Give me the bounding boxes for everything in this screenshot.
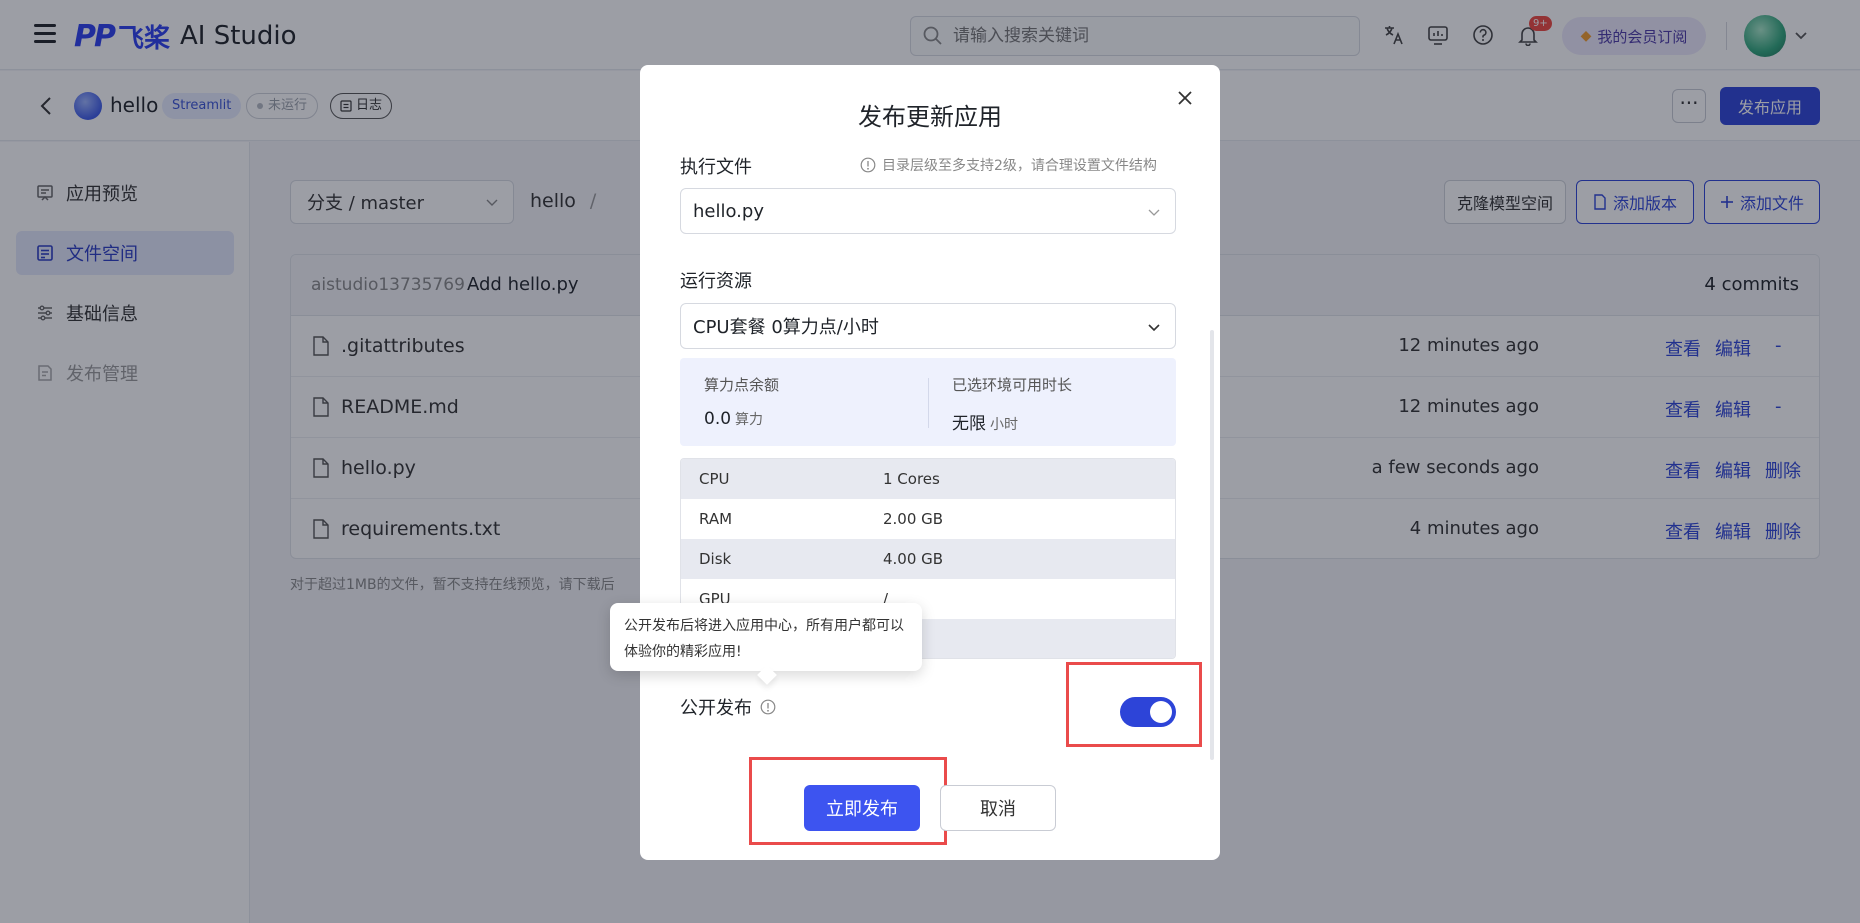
balance-column: 算力点余额 0.0 算力 (704, 374, 779, 429)
info-icon (860, 157, 876, 173)
public-publish-label: 公开发布 (680, 698, 752, 719)
spec-value: / (883, 590, 889, 608)
publish-now-button[interactable]: 立即发布 (804, 785, 920, 831)
duration-label: 已选环境可用时长 (952, 376, 1073, 394)
resource-balance-panel: 算力点余额 0.0 算力 已选环境可用时长 无限 小时 (680, 358, 1176, 446)
balance-unit: 算力 (735, 412, 764, 428)
spec-row: Disk 4.00 GB (681, 539, 1175, 579)
chevron-down-icon (1148, 324, 1160, 332)
duration-column: 已选环境可用时长 无限 小时 (952, 374, 1072, 434)
balance-label: 算力点余额 (704, 376, 780, 394)
duration-value-wrap: 无限 小时 (952, 409, 1072, 434)
modal-scrollbar[interactable] (1210, 330, 1214, 760)
spec-value: 2.00 GB (883, 510, 944, 528)
spec-key: Disk (699, 550, 732, 568)
resource-label: 运行资源 (680, 271, 752, 292)
spec-row: CPU 1 Cores (681, 459, 1175, 499)
public-publish-tooltip: 公开发布后将进入应用中心，所有用户都可以体验你的精彩应用! (610, 603, 922, 671)
chevron-down-icon (1148, 209, 1160, 216)
close-icon[interactable] (1176, 89, 1194, 107)
highlight-box-toggle (1066, 662, 1202, 747)
spec-row: RAM 2.00 GB (681, 499, 1175, 539)
info-icon[interactable] (760, 699, 776, 715)
spec-key: RAM (699, 510, 733, 528)
resource-select[interactable]: CPU套餐 0算力点/小时 (680, 303, 1176, 349)
exec-file-value: hello.py (693, 200, 764, 222)
spec-value: 1 Cores (883, 470, 940, 488)
spec-value: 4.00 GB (883, 550, 944, 568)
public-publish-row: 公开发布 (680, 694, 776, 720)
exec-file-hint-text: 目录层级至多支持2级，请合理设置文件结构 (882, 158, 1157, 174)
spec-key: CPU (699, 470, 730, 488)
balance-value: 0.0 (704, 409, 732, 429)
duration-unit: 小时 (990, 417, 1018, 433)
balance-value-wrap: 0.0 算力 (704, 409, 779, 429)
cancel-button[interactable]: 取消 (940, 785, 1056, 831)
modal-title: 发布更新应用 (858, 103, 1002, 131)
resource-value: CPU套餐 0算力点/小时 (693, 317, 879, 338)
exec-file-select[interactable]: hello.py (680, 188, 1176, 234)
exec-file-label: 执行文件 (680, 157, 752, 178)
exec-file-hint: 目录层级至多支持2级，请合理设置文件结构 (860, 155, 1157, 175)
balance-divider (928, 378, 929, 428)
duration-value: 无限 (952, 414, 986, 434)
